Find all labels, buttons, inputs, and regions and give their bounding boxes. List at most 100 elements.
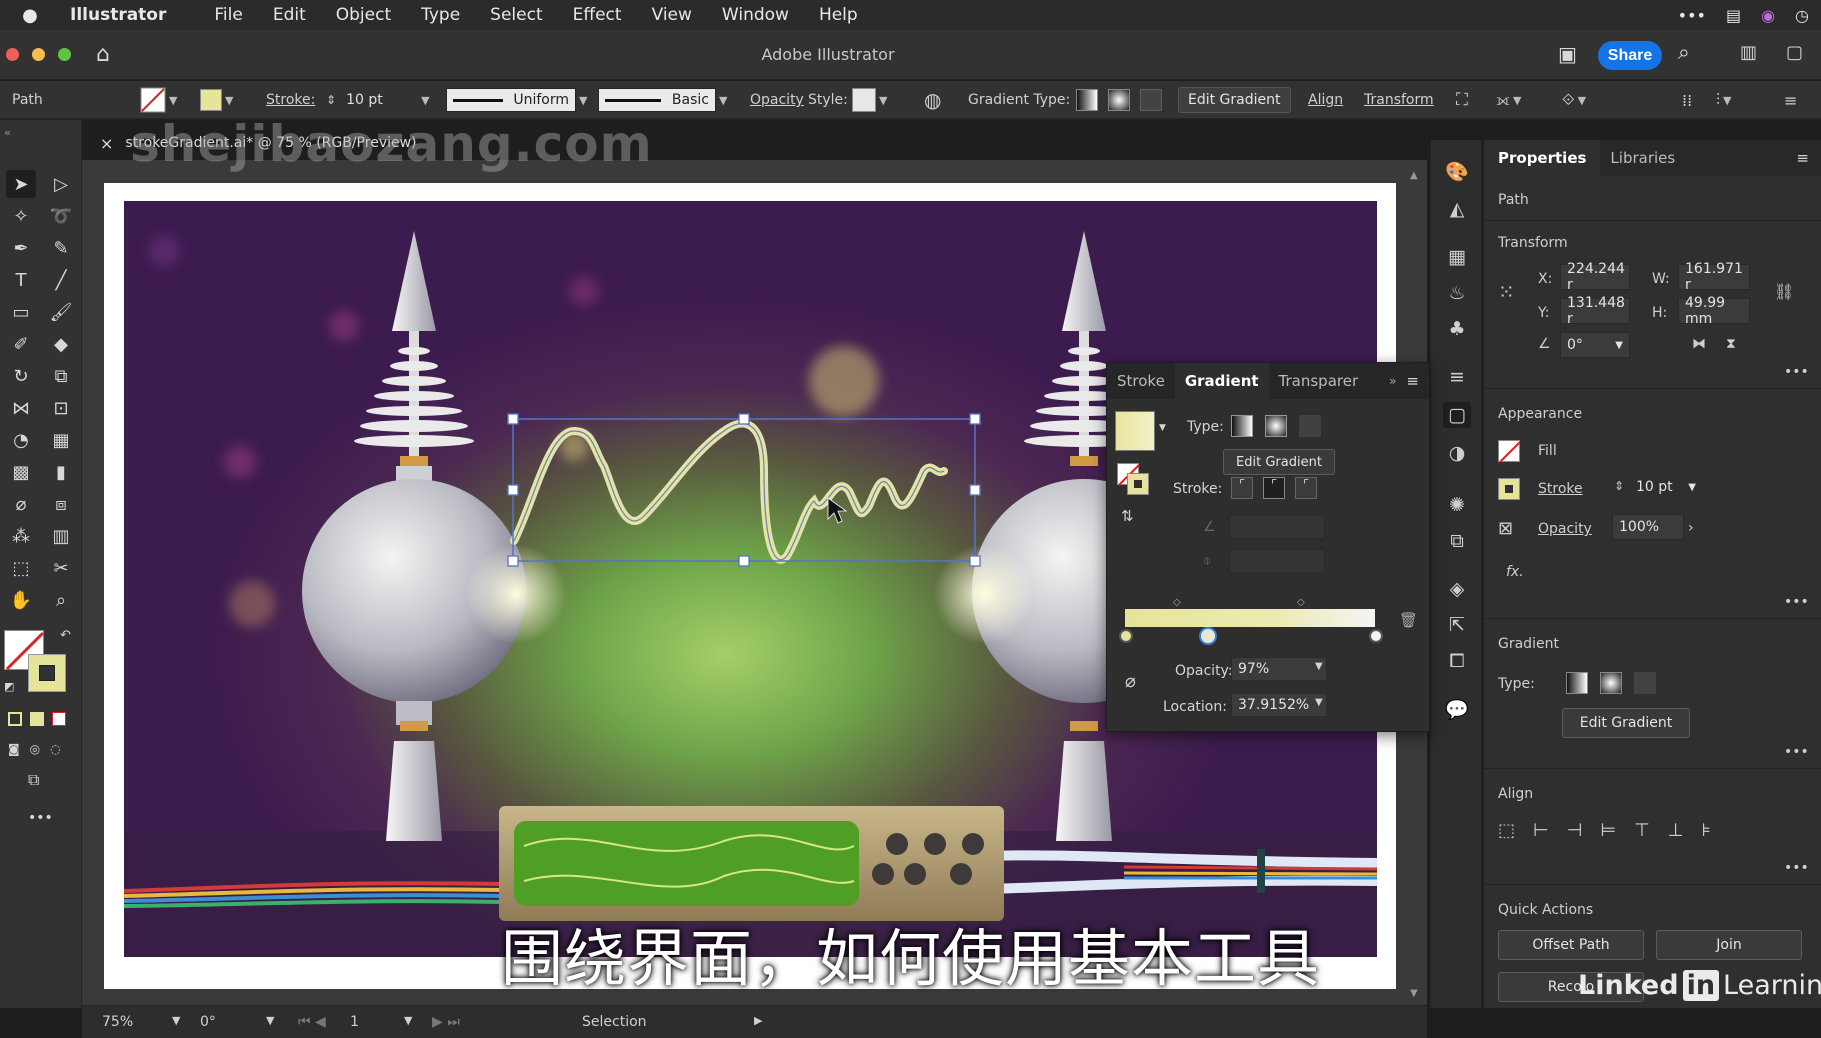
chevron-down-icon[interactable]: ▼ xyxy=(1688,482,1696,493)
rectangle-tool-icon[interactable]: ▭ xyxy=(6,298,36,326)
gradient-stop-selected[interactable] xyxy=(1199,627,1217,645)
opacity-label[interactable]: Opacity xyxy=(750,89,804,111)
midpoint-diamond-icon[interactable]: ◇ xyxy=(1297,597,1305,608)
menu-object[interactable]: Object xyxy=(336,5,391,25)
align-link[interactable]: Align xyxy=(1308,89,1343,111)
curvature-tool-icon[interactable]: ✎ xyxy=(46,234,76,262)
freeform-gradient-icon[interactable] xyxy=(1299,415,1321,437)
draw-inside-icon[interactable]: ◌ xyxy=(50,742,60,756)
symbols-icon[interactable]: ♣ xyxy=(1443,316,1471,342)
constrain-proportions-icon[interactable]: ⛓ xyxy=(1774,282,1794,301)
distribute-icon[interactable]: ⫶ ▼ xyxy=(1716,89,1731,111)
panel-menu-icon[interactable]: ≡ xyxy=(1784,89,1797,111)
chevron-down-icon[interactable]: ▼ xyxy=(404,1014,412,1027)
freeform-gradient-icon[interactable] xyxy=(1634,672,1656,694)
fill-swatch[interactable] xyxy=(1498,440,1521,463)
stroke-along-icon[interactable]: ⌜ xyxy=(1263,477,1285,499)
zoom-level[interactable]: 75% xyxy=(102,1014,133,1030)
radial-gradient-icon[interactable] xyxy=(1600,672,1622,694)
align-bottom-icon[interactable]: ⊧ xyxy=(1701,820,1710,841)
panel-menu-icon[interactable]: ≡ xyxy=(1796,149,1821,167)
radial-gradient-icon[interactable] xyxy=(1265,415,1287,437)
menu-select[interactable]: Select xyxy=(490,5,542,25)
x-field[interactable]: 224.244 r xyxy=(1560,261,1630,293)
expand-panel-icon[interactable]: » xyxy=(1389,374,1396,388)
stroke-box[interactable] xyxy=(28,654,66,692)
gradient-tool-icon[interactable]: ▮ xyxy=(46,458,76,486)
collapse-icon[interactable]: « xyxy=(4,126,11,139)
flip-horizontal-icon[interactable]: ⧓ xyxy=(1692,336,1706,352)
tab-stroke[interactable]: Stroke xyxy=(1107,372,1175,390)
brush-definition[interactable]: Basic ▼ xyxy=(598,88,727,112)
align-right-icon[interactable]: ⊨ xyxy=(1600,820,1616,841)
color-icon[interactable]: ◭ xyxy=(1443,196,1471,222)
stroke-swatch[interactable]: ▼ xyxy=(200,89,233,111)
chevron-down-icon[interactable]: ▼ xyxy=(421,94,429,107)
eyedropper-icon[interactable]: ⌀ xyxy=(1125,671,1136,692)
comments-icon[interactable]: ▣ xyxy=(1558,42,1577,66)
delete-stop-icon[interactable]: 🗑 xyxy=(1399,611,1418,629)
scroll-up-icon[interactable]: ▲ xyxy=(1410,170,1418,181)
align-middle-icon[interactable]: ⊥ xyxy=(1668,820,1684,841)
chevron-down-icon[interactable]: ▼ xyxy=(169,94,177,107)
lasso-tool-icon[interactable]: ➰ xyxy=(46,202,76,230)
menu-window[interactable]: Window xyxy=(722,5,789,25)
first-artboard-icon[interactable]: ⏮ ◀ xyxy=(298,1014,326,1030)
chevron-down-icon[interactable]: ▼ xyxy=(266,1014,274,1027)
stroke-swatch[interactable] xyxy=(1498,478,1520,500)
draw-normal-icon[interactable]: ◙ xyxy=(8,742,20,756)
menu-effect[interactable]: Effect xyxy=(573,5,622,25)
menu-edit[interactable]: Edit xyxy=(273,5,306,25)
opacity-label[interactable]: Opacity xyxy=(1538,521,1592,537)
w-field[interactable]: 161.971 r xyxy=(1678,261,1750,293)
align-to-icon[interactable]: ⬚ xyxy=(1498,820,1515,841)
comments-panel-icon[interactable]: 💬 xyxy=(1443,696,1471,722)
swap-fill-stroke-icon[interactable]: ↶ xyxy=(60,628,71,643)
tab-libraries[interactable]: Libraries xyxy=(1600,149,1685,167)
recolor-artwork-icon[interactable]: ◍ xyxy=(924,88,941,112)
gradient-stop-right[interactable] xyxy=(1369,629,1383,643)
reference-point-icon[interactable]: ⁙ xyxy=(1498,280,1515,304)
eyedropper-tool-icon[interactable]: ⌀ xyxy=(6,490,36,518)
chevron-right-icon[interactable]: › xyxy=(1688,520,1694,536)
reverse-gradient-icon[interactable]: ⇅ xyxy=(1121,507,1134,525)
app-menu[interactable]: Illustrator xyxy=(70,5,166,25)
shape-builder-icon[interactable]: ⟗ ▼ xyxy=(1496,89,1521,111)
menu-file[interactable]: File xyxy=(214,5,242,25)
h-field[interactable]: 49.99 mm xyxy=(1678,295,1750,327)
screen-mode-icon[interactable]: ⧉ xyxy=(28,770,39,790)
slice-tool-icon[interactable]: ✂ xyxy=(46,554,76,582)
symbol-sprayer-tool-icon[interactable]: ⁂ xyxy=(6,522,36,550)
hand-tool-icon[interactable]: ✋ xyxy=(6,586,36,614)
mesh-tool-icon[interactable]: ▩ xyxy=(6,458,36,486)
align-top-icon[interactable]: ⊤ xyxy=(1634,820,1650,841)
none-mode-icon[interactable] xyxy=(52,712,66,726)
tab-transparency[interactable]: Transparer xyxy=(1269,372,1369,390)
more-options-icon[interactable]: ••• xyxy=(1784,364,1809,380)
artboards-icon[interactable]: ⧠ xyxy=(1443,648,1471,674)
more-options-icon[interactable]: ••• xyxy=(1784,594,1809,610)
stepper-icon[interactable]: ⇕ xyxy=(1614,479,1624,493)
scale-tool-icon[interactable]: ⧉ xyxy=(46,362,76,390)
stroke-weight-value[interactable]: 10 pt xyxy=(340,88,418,112)
opacity-field[interactable]: 100% xyxy=(1612,514,1684,540)
chevron-down-icon[interactable]: ▼ xyxy=(225,94,233,107)
chevron-down-icon[interactable]: ▼ xyxy=(1315,661,1323,672)
envelope-icon[interactable]: ⟐ ▼ xyxy=(1562,89,1586,111)
stop-opacity-field[interactable]: 97% xyxy=(1231,657,1327,681)
stroke-weight-field[interactable]: ⇕ 10 pt ▼ xyxy=(326,89,430,111)
stroke-label[interactable]: Stroke: xyxy=(266,89,315,111)
swatches-icon[interactable]: ▦ xyxy=(1443,244,1471,270)
column-graph-tool-icon[interactable]: ▥ xyxy=(46,522,76,550)
artboard-number[interactable]: 1 xyxy=(350,1014,359,1030)
y-field[interactable]: 131.448 r xyxy=(1560,295,1630,327)
type-tool-icon[interactable]: T xyxy=(6,266,36,294)
stroke-indicator[interactable] xyxy=(1127,473,1149,495)
clock-icon[interactable]: ◷ xyxy=(1795,6,1809,25)
align-center-icon[interactable]: ⊣ xyxy=(1567,820,1583,841)
fill-swatch[interactable]: ▼ xyxy=(140,87,177,113)
isolate-icon[interactable]: ⛶ xyxy=(1456,89,1468,111)
linear-gradient-icon[interactable] xyxy=(1076,89,1098,111)
color-mode-icon[interactable] xyxy=(8,712,22,726)
more-options-icon[interactable]: ••• xyxy=(1784,744,1809,760)
